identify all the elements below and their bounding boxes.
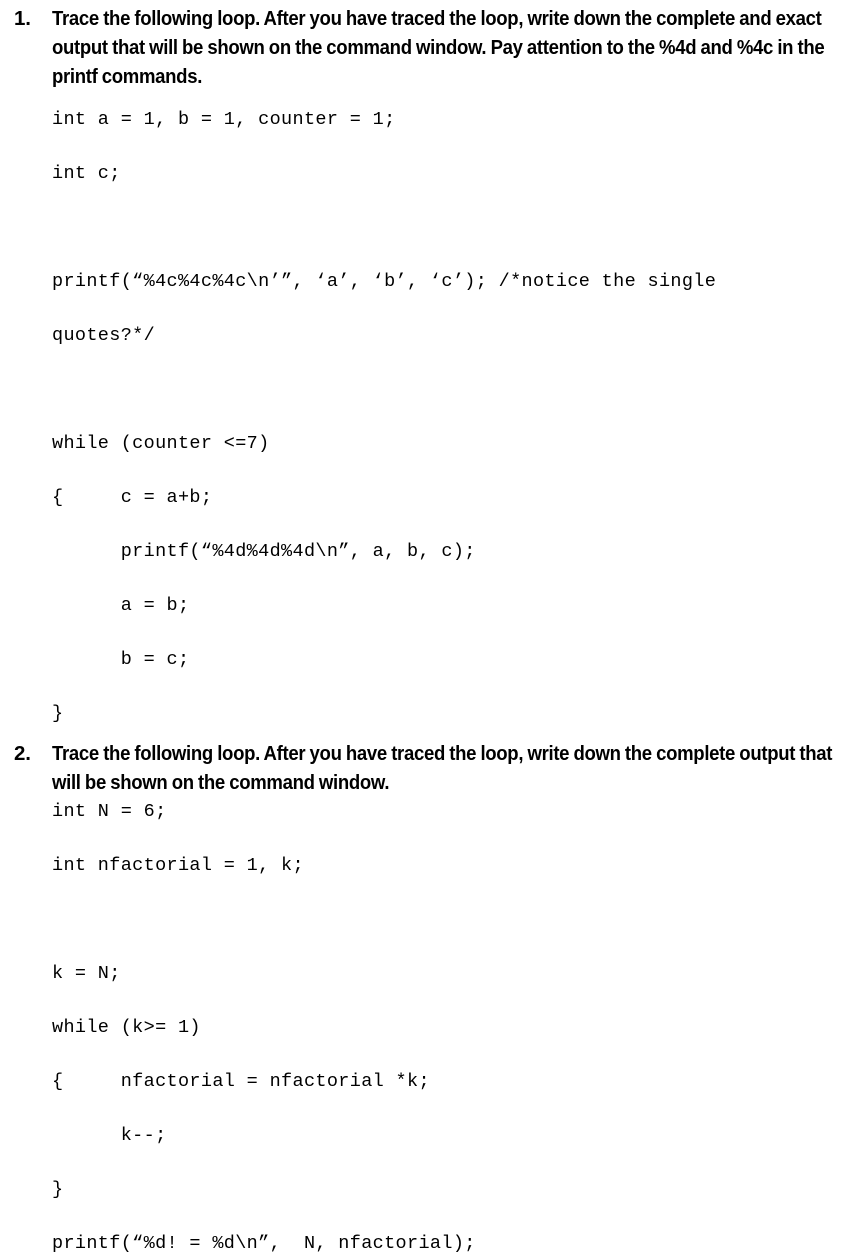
code-line: b = c; xyxy=(52,649,190,670)
document-page: 1. Trace the following loop. After you h… xyxy=(0,0,852,1254)
question-2-code-block: int N = 6; int nfactorial = 1, k; k = N;… xyxy=(52,798,844,1257)
code-line: a = b; xyxy=(52,595,190,616)
code-line: int c; xyxy=(52,163,121,184)
question-2-number: 2. xyxy=(14,742,31,765)
question-1-prompt: Trace the following loop. After you have… xyxy=(52,7,825,88)
code-line: k--; xyxy=(52,1125,167,1146)
code-line: { nfactorial = nfactorial *k; xyxy=(52,1071,430,1092)
question-2-body: Trace the following loop. After you have… xyxy=(52,739,852,1257)
question-1-number: 1. xyxy=(14,7,31,30)
code-line: k = N; xyxy=(52,963,121,984)
code-line: printf(“%4d%4d%4d\n”, a, b, c); xyxy=(52,541,476,562)
question-2-prompt: Trace the following loop. After you have… xyxy=(52,742,833,794)
code-line: printf(“%4c%4c%4c\n’”, ‘a’, ‘b’, ‘c’); /… xyxy=(52,271,717,292)
code-line: int nfactorial = 1, k; xyxy=(52,855,304,876)
question-item-1: 1. Trace the following loop. After you h… xyxy=(0,0,852,727)
code-line: int a = 1, b = 1, counter = 1; xyxy=(52,109,396,130)
question-1-code-block: int a = 1, b = 1, counter = 1; int c; pr… xyxy=(52,106,844,727)
code-line: while (k>= 1) xyxy=(52,1017,201,1038)
code-line: } xyxy=(52,1179,64,1200)
code-line: int N = 6; xyxy=(52,801,167,822)
code-line: } xyxy=(52,703,64,724)
code-line: { c = a+b; xyxy=(52,487,213,508)
code-line: while (counter <=7) xyxy=(52,433,270,454)
question-item-2: 2. Trace the following loop. After you h… xyxy=(0,727,852,1257)
code-line: quotes?*/ xyxy=(52,325,156,346)
code-line: printf(“%d! = %d\n”, N, nfactorial); xyxy=(52,1233,476,1254)
question-1-body: Trace the following loop. After you have… xyxy=(52,4,852,727)
